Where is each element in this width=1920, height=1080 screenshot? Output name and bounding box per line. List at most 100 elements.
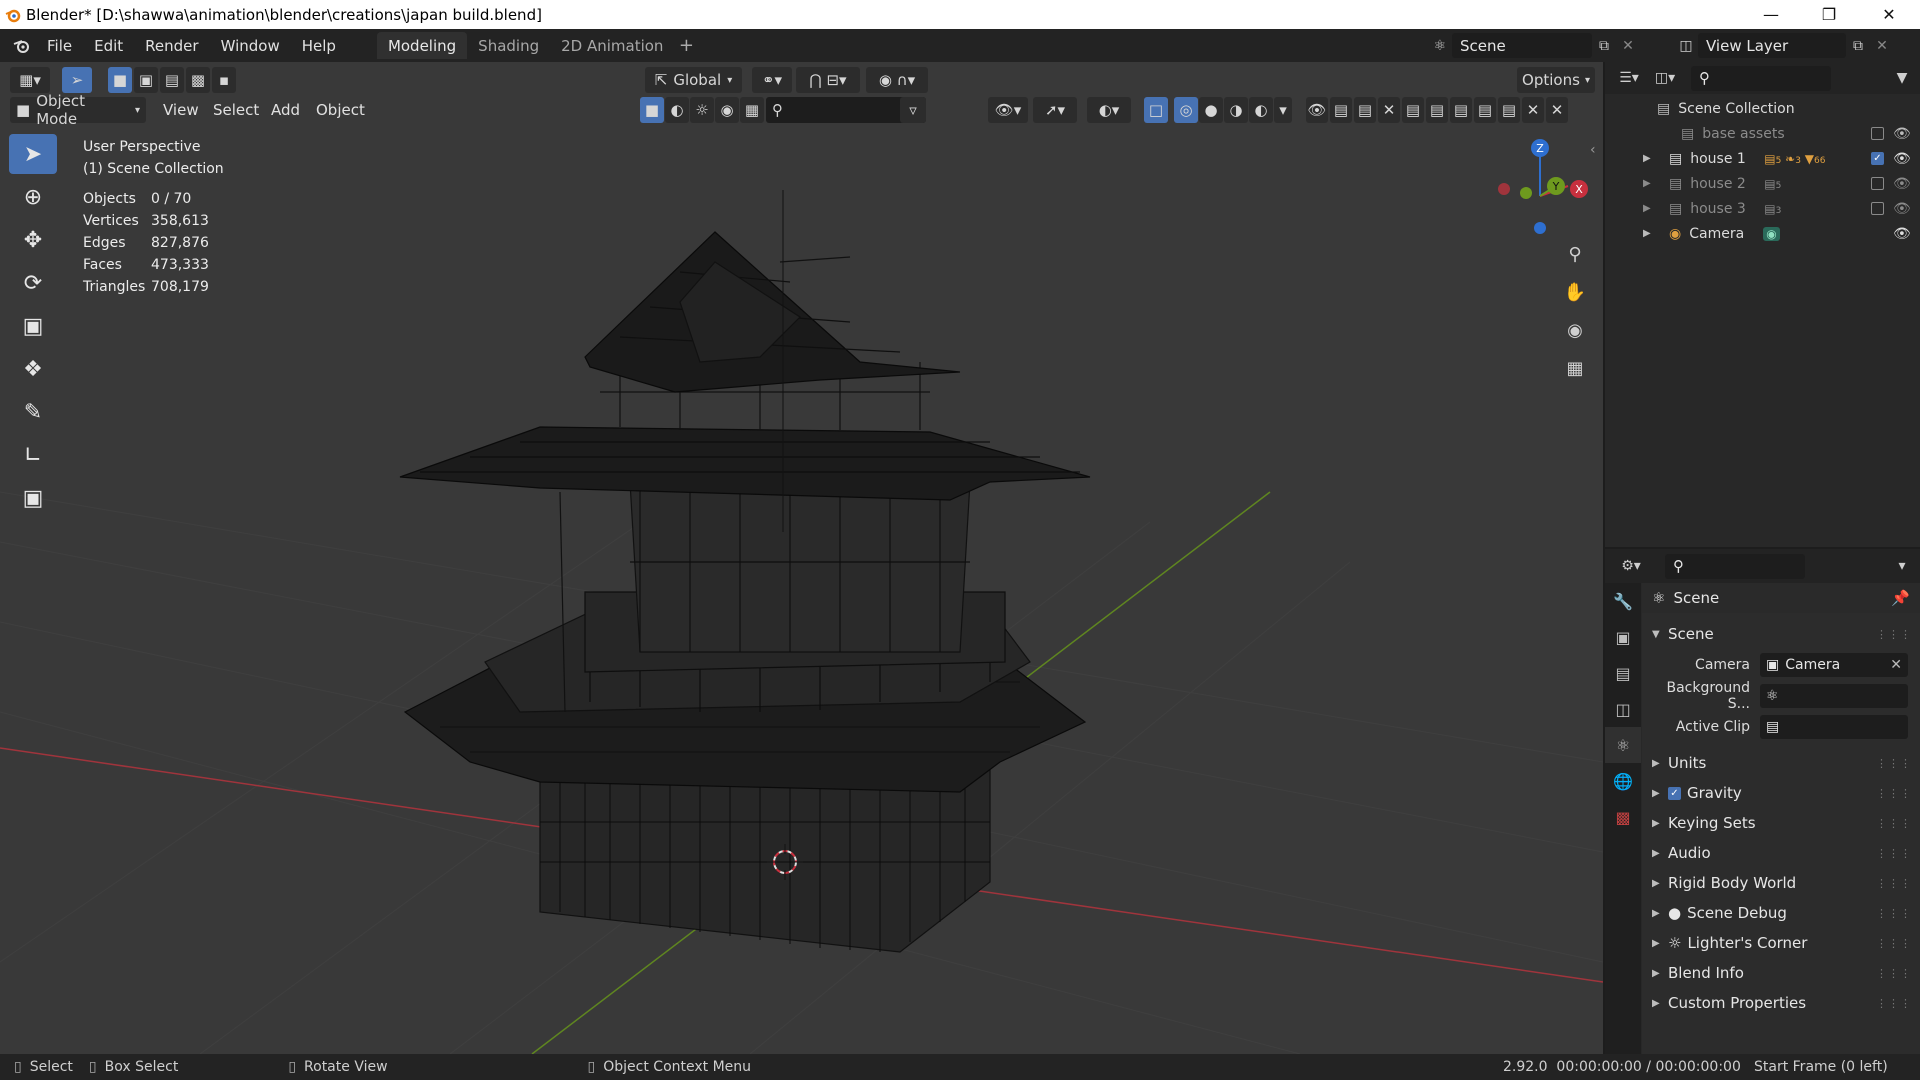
- collapse-e-icon[interactable]: ▤: [1450, 97, 1472, 123]
- tab-world[interactable]: 🌐: [1605, 763, 1641, 799]
- drag-grip-icon[interactable]: ⋮⋮⋮: [1876, 628, 1912, 641]
- remove-view-layer-icon[interactable]: ✕: [1870, 34, 1894, 58]
- eye-visibility-icon[interactable]: 👁: [1893, 201, 1911, 217]
- overlays-toggle-icon[interactable]: ◐▾: [1087, 97, 1131, 123]
- eye-toggle-icon[interactable]: 👁: [1306, 97, 1328, 123]
- outliner-row-scene-collection[interactable]: ▤ Scene Collection: [1605, 96, 1920, 121]
- expand-triangle-icon[interactable]: ▶: [1643, 178, 1669, 189]
- annotate-tool[interactable]: ✎: [9, 392, 57, 432]
- display-mode-icon[interactable]: ◫▾: [1647, 66, 1683, 90]
- minimize-button[interactable]: —: [1742, 0, 1800, 29]
- drag-grip-icon[interactable]: ⋮⋮⋮: [1876, 967, 1912, 980]
- drag-grip-icon[interactable]: ⋮⋮⋮: [1876, 907, 1912, 920]
- panel-scene-header[interactable]: ▼ Scene ⋮⋮⋮: [1642, 619, 1920, 649]
- menu-file[interactable]: File: [36, 29, 83, 62]
- active-clip-field[interactable]: ▤: [1760, 714, 1908, 739]
- collapse-b-icon[interactable]: ▤: [1354, 97, 1376, 123]
- exclude-checkbox[interactable]: [1871, 177, 1884, 190]
- pan-hand-icon[interactable]: ✋: [1561, 278, 1589, 306]
- eye-visibility-icon[interactable]: 👁: [1893, 126, 1911, 142]
- expand-triangle-icon[interactable]: ▶: [1643, 153, 1669, 164]
- neg-y-handle[interactable]: [1520, 187, 1532, 199]
- mode-dropdown[interactable]: ■ Object Mode ▾: [10, 92, 146, 128]
- drag-grip-icon[interactable]: ⋮⋮⋮: [1876, 877, 1912, 890]
- properties-options-icon[interactable]: ▾: [1890, 554, 1914, 578]
- add-cube-tool[interactable]: ▣: [9, 478, 57, 518]
- curve-filter-icon[interactable]: ◐: [665, 97, 689, 123]
- visibility-dropdown-icon[interactable]: 👁▾: [988, 97, 1028, 123]
- panel-custom-properties-header[interactable]: ▶ Custom Properties ⋮⋮⋮: [1642, 988, 1920, 1018]
- editor-type-icon[interactable]: ▦▾: [10, 67, 50, 93]
- select-new-icon[interactable]: ■: [108, 67, 132, 93]
- panel-rigid-body-header[interactable]: ▶ Rigid Body World ⋮⋮⋮: [1642, 868, 1920, 898]
- tab-scene[interactable]: ⚛: [1605, 727, 1641, 763]
- move-tool[interactable]: ✥: [9, 220, 57, 260]
- collapse-c-icon[interactable]: ▤: [1402, 97, 1424, 123]
- drag-grip-icon[interactable]: ⋮⋮⋮: [1876, 847, 1912, 860]
- outliner-search-input[interactable]: ⚲: [1691, 65, 1831, 91]
- panel-blend-info-header[interactable]: ▶ Blend Info ⋮⋮⋮: [1642, 958, 1920, 988]
- filter-dropdown-icon[interactable]: ▿: [900, 97, 926, 123]
- close-a-icon[interactable]: ✕: [1378, 97, 1400, 123]
- close-b-icon[interactable]: ✕: [1522, 97, 1544, 123]
- exclude-checkbox[interactable]: [1871, 202, 1884, 215]
- scene-selector-icon[interactable]: ⚛: [1428, 34, 1452, 58]
- tweak-select-tool[interactable]: ➤: [9, 134, 57, 174]
- exclude-checkbox[interactable]: ✓: [1871, 152, 1884, 165]
- menu-help[interactable]: Help: [291, 29, 347, 62]
- 3d-viewport[interactable]: ▦▾ ➢ ■ ▣ ▤ ▩ ▪ ⇱ Global ▾ ⚭▾ ⋂ ⊟▾ ◉ ∩▾ O…: [0, 62, 1603, 1054]
- collapse-a-icon[interactable]: ▤: [1330, 97, 1352, 123]
- properties-search-input[interactable]: ⚲: [1665, 553, 1805, 579]
- gizmos-toggle-icon[interactable]: ➚▾: [1033, 97, 1077, 123]
- scale-tool[interactable]: ▣: [9, 306, 57, 346]
- xray-toggle-icon[interactable]: □: [1144, 97, 1168, 123]
- pivot-point-icon[interactable]: ⚭▾: [752, 67, 792, 93]
- remove-scene-icon[interactable]: ✕: [1616, 34, 1640, 58]
- measure-tool[interactable]: ∟: [9, 435, 57, 475]
- tab-view-layer[interactable]: ◫: [1605, 691, 1641, 727]
- close-window-button[interactable]: ✕: [1858, 0, 1920, 29]
- tab-shading[interactable]: Shading: [467, 32, 550, 59]
- sidebar-toggle-icon[interactable]: ‹: [1590, 142, 1596, 158]
- outliner-row-base-assets[interactable]: ▤ base assets 👁: [1605, 121, 1920, 146]
- view-layer-field[interactable]: View Layer: [1698, 33, 1846, 58]
- panel-gravity-header[interactable]: ▶ ✓ Gravity ⋮⋮⋮: [1642, 778, 1920, 808]
- proportional-editing-icon[interactable]: ◉ ∩▾: [866, 67, 928, 93]
- rotate-tool[interactable]: ⟳: [9, 263, 57, 303]
- panel-audio-header[interactable]: ▶ Audio ⋮⋮⋮: [1642, 838, 1920, 868]
- collapse-f-icon[interactable]: ▤: [1474, 97, 1496, 123]
- viewport-menu-add[interactable]: Add: [260, 95, 311, 125]
- clear-x-icon[interactable]: ✕: [1890, 657, 1902, 673]
- neg-x-handle[interactable]: [1498, 183, 1510, 195]
- zoom-icon[interactable]: ⚲: [1561, 240, 1589, 268]
- cursor-tool[interactable]: ⊕: [9, 177, 57, 217]
- drag-grip-icon[interactable]: ⋮⋮⋮: [1876, 787, 1912, 800]
- tab-render[interactable]: ▣: [1605, 619, 1641, 655]
- add-workspace-icon[interactable]: +: [674, 34, 698, 58]
- tab-2d-animation[interactable]: 2D Animation: [550, 32, 674, 59]
- select-intersect-icon[interactable]: ▪: [212, 67, 236, 93]
- shading-options-icon[interactable]: ▾: [1274, 97, 1292, 123]
- new-view-layer-icon[interactable]: ⧉: [1846, 34, 1870, 58]
- gravity-checkbox[interactable]: ✓: [1668, 786, 1681, 800]
- mesh-filter-icon[interactable]: ■: [640, 97, 664, 123]
- other-filter-icon[interactable]: ▦: [740, 97, 764, 123]
- camera-filter-icon[interactable]: ◉: [715, 97, 739, 123]
- eye-visibility-icon[interactable]: 👁: [1893, 226, 1911, 242]
- viewport-menu-view[interactable]: View: [152, 95, 210, 125]
- viewport-menu-object[interactable]: Object: [305, 95, 376, 125]
- perspective-toggle-icon[interactable]: ▦: [1561, 354, 1589, 382]
- material-shading-icon[interactable]: ◑: [1224, 97, 1248, 123]
- pin-icon[interactable]: 📌: [1891, 589, 1910, 607]
- select-invert-icon[interactable]: ▩: [186, 67, 210, 93]
- drag-grip-icon[interactable]: ⋮⋮⋮: [1876, 997, 1912, 1010]
- navigation-gizmo[interactable]: Z Y X: [1486, 136, 1603, 246]
- drag-grip-icon[interactable]: ⋮⋮⋮: [1876, 937, 1912, 950]
- outliner-row-camera[interactable]: ▶ ◉ Camera ◉ 👁: [1605, 221, 1920, 246]
- menu-edit[interactable]: Edit: [83, 29, 134, 62]
- tab-output[interactable]: ▤: [1605, 655, 1641, 691]
- blender-menu-icon[interactable]: [8, 34, 36, 58]
- panel-keying-sets-header[interactable]: ▶ Keying Sets ⋮⋮⋮: [1642, 808, 1920, 838]
- select-tool-icon[interactable]: ➢: [62, 67, 92, 93]
- outliner-row-house-1[interactable]: ▶ ▤ house 1 ▤5 ❧3 ▼66 ✓ 👁: [1605, 146, 1920, 171]
